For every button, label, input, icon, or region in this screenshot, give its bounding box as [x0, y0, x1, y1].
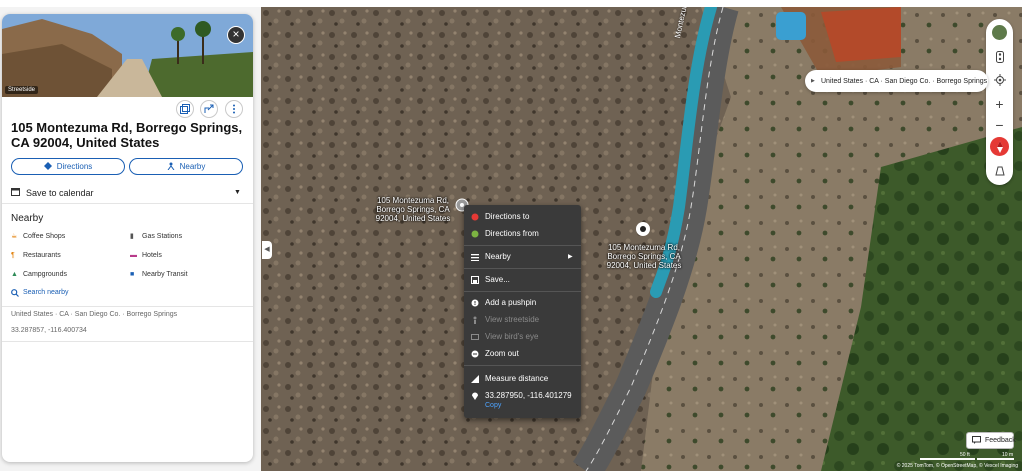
gas-station-icon: ▮: [130, 233, 134, 240]
coordinates-text: 33.287857, -116.400734: [11, 327, 87, 334]
traffic-icon[interactable]: [990, 47, 1009, 66]
ctx-measure-distance[interactable]: Measure distance: [464, 370, 581, 387]
zoom-out-icon: [471, 350, 479, 358]
map-controls: + −: [986, 19, 1013, 185]
top-strip: [0, 0, 1022, 7]
submenu-arrow-icon: ▶: [568, 254, 573, 260]
zoom-out-button-icon[interactable]: −: [990, 115, 1009, 134]
ctx-directions-from[interactable]: Directions from: [464, 225, 581, 242]
save-to-calendar-dropdown[interactable]: Save to calendar ▼: [2, 182, 253, 204]
restaurant-icon: ¶: [11, 252, 15, 259]
place-title: 105 Montezuma Rd, Borrego Springs, CA 92…: [11, 120, 243, 150]
map-copyright: © 2025 TomTom, © OpenStreetMap, © Vexcel…: [896, 463, 1018, 469]
context-menu: Directions to Directions from Nearby ▶ S…: [464, 205, 581, 418]
nearby-header: Nearby: [11, 213, 44, 224]
map-style-icon[interactable]: [990, 23, 1009, 42]
pin-label-left: 105 Montezuma Rd, Borrego Springs, CA 92…: [375, 196, 451, 223]
nearby-restaurants[interactable]: ¶ Restaurants: [11, 252, 61, 259]
ctx-directions-to[interactable]: Directions to: [464, 208, 581, 225]
streetside-icon: [471, 316, 479, 324]
nearby-button[interactable]: Nearby: [129, 158, 243, 175]
nearby-campgrounds[interactable]: ▲ Campgrounds: [11, 271, 67, 278]
copy-coordinates-link[interactable]: Copy: [485, 402, 501, 409]
divider: [2, 341, 253, 342]
nearby-gas-stations[interactable]: ▮ Gas Stations: [130, 233, 182, 240]
streetside-photo[interactable]: [2, 14, 253, 97]
nearby-hotels[interactable]: ▬ Hotels: [130, 252, 162, 259]
breadcrumb-arrow-icon: ▶: [811, 78, 815, 84]
close-icon[interactable]: ×: [227, 26, 245, 44]
ctx-coordinates[interactable]: 33.287950, -116.401279: [464, 387, 581, 404]
ctx-add-pushpin[interactable]: Add a pushpin: [464, 294, 581, 311]
birdseye-icon: [471, 333, 479, 341]
save-icon: [471, 275, 479, 284]
ctx-view-birdseye: View bird's eye: [464, 328, 581, 345]
scale-bar-m: [977, 458, 1014, 460]
nearby-transit[interactable]: ■ Nearby Transit: [130, 271, 188, 278]
tilt-icon[interactable]: [990, 161, 1009, 180]
ctx-zoom-out[interactable]: Zoom out: [464, 345, 581, 362]
locate-me-icon[interactable]: [990, 70, 1009, 89]
ctx-separator: [464, 268, 581, 269]
green-dot-icon: [471, 230, 479, 238]
streetside-tag: Streetside: [5, 86, 39, 94]
more-options-icon[interactable]: [225, 100, 243, 118]
ruler-icon: [471, 374, 479, 383]
ctx-separator: [464, 365, 581, 366]
map-breadcrumb-bar[interactable]: ▶ United States · CA · San Diego Co. · B…: [805, 70, 988, 92]
scale-bar-ft: [920, 458, 975, 460]
feedback-button[interactable]: Feedback: [966, 432, 1016, 449]
calendar-icon: [11, 187, 20, 198]
nearby-coffee-shops[interactable]: ☕ Coffee Shops: [11, 233, 65, 240]
divider: [2, 306, 253, 307]
search-nearby-link[interactable]: Search nearby: [11, 289, 69, 297]
campground-icon: ▲: [11, 271, 18, 278]
coffee-icon: ☕: [11, 233, 18, 240]
ctx-save[interactable]: Save...: [464, 271, 581, 288]
red-dot-icon: [471, 213, 479, 221]
location-icon: [471, 392, 479, 400]
chevron-down-icon: ▼: [234, 189, 241, 196]
ctx-separator: [464, 245, 581, 246]
zoom-in-icon[interactable]: +: [990, 94, 1009, 113]
directions-button[interactable]: Directions: [11, 158, 125, 175]
map-scale: 50 ft 10 m: [920, 452, 1015, 460]
location-panel: Streetside × 105 Montezuma Rd, Borrego S…: [2, 14, 253, 462]
compass-icon[interactable]: [990, 137, 1009, 156]
collapse-panel-button[interactable]: ◀: [262, 241, 272, 259]
ctx-separator: [464, 291, 581, 292]
pin-label-right: 105 Montezuma Rd, Borrego Springs, CA 92…: [606, 243, 682, 270]
ctx-view-streetside: View streetside: [464, 311, 581, 328]
ctx-nearby[interactable]: Nearby ▶: [464, 248, 581, 265]
address-breadcrumb: United States · CA · San Diego Co. · Bor…: [11, 311, 178, 318]
photos-icon[interactable]: [176, 100, 194, 118]
feedback-icon: [972, 435, 981, 446]
pushpin-icon: [471, 299, 479, 307]
nearby-icon: [471, 253, 479, 261]
nearby-person-icon: [167, 162, 175, 172]
hotel-icon: ▬: [130, 252, 137, 259]
directions-icon: [43, 161, 52, 172]
search-icon: [11, 289, 19, 297]
share-icon[interactable]: [200, 100, 218, 118]
transit-icon: ■: [130, 271, 135, 278]
